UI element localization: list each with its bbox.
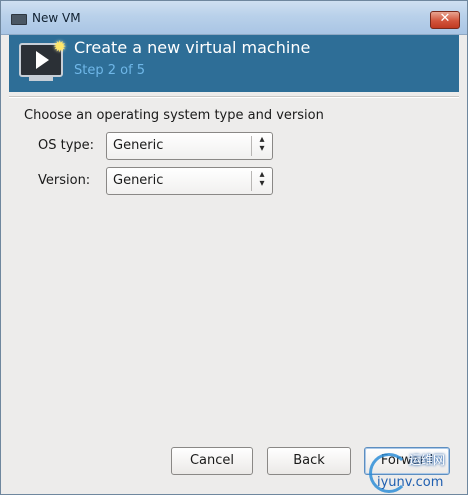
watermark-domain: iyunv.com	[377, 475, 444, 490]
os-type-value: Generic	[113, 138, 164, 153]
monitor-stand	[29, 77, 53, 81]
close-icon: ✕	[439, 11, 451, 26]
updown-arrows-icon: ▴ ▾	[259, 169, 265, 189]
combo-divider	[251, 171, 252, 191]
version-label: Version:	[38, 173, 91, 188]
wizard-title: Create a new virtual machine	[74, 38, 311, 57]
title-bar[interactable]: New VM ✕	[1, 1, 467, 35]
star-icon: ✹	[53, 37, 67, 56]
os-type-select[interactable]: Generic ▴ ▾	[106, 132, 273, 160]
cancel-button[interactable]: Cancel	[171, 447, 253, 475]
close-button[interactable]: ✕	[430, 11, 460, 29]
forward-button[interactable]: Forward	[364, 447, 450, 475]
back-button[interactable]: Back	[267, 447, 351, 475]
window-title: New VM	[32, 11, 81, 25]
combo-divider	[251, 136, 252, 156]
updown-arrows-icon: ▴ ▾	[259, 134, 265, 154]
wizard-banner: ✹ Create a new virtual machine Step 2 of…	[9, 35, 459, 92]
version-select[interactable]: Generic ▴ ▾	[106, 167, 273, 195]
version-value: Generic	[113, 173, 164, 188]
os-type-label: OS type:	[38, 138, 95, 153]
app-icon	[11, 14, 27, 25]
new-vm-window: New VM ✕ ✹ Create a new virtual machine …	[0, 0, 468, 495]
section-heading: Choose an operating system type and vers…	[24, 108, 324, 123]
wizard-step: Step 2 of 5	[74, 63, 146, 78]
play-icon	[36, 51, 49, 69]
banner-separator	[9, 96, 459, 98]
